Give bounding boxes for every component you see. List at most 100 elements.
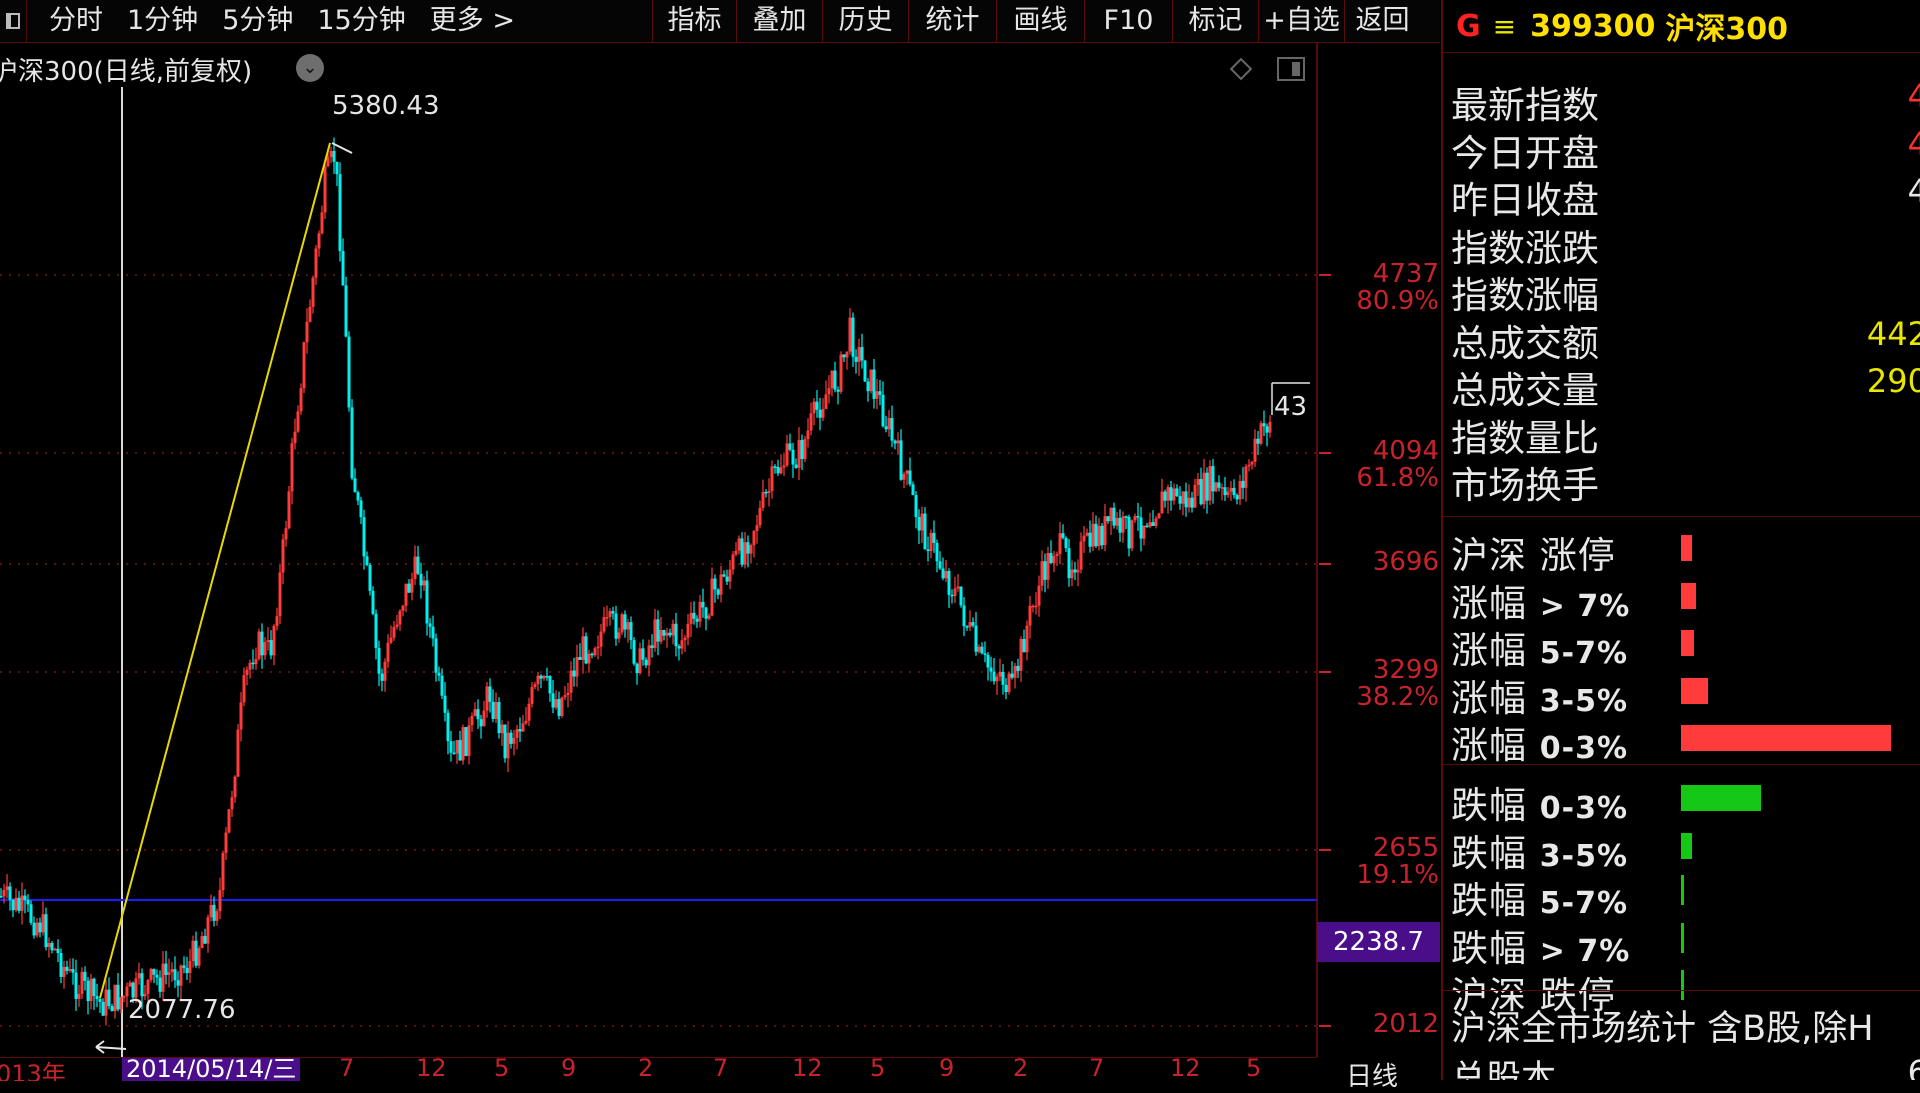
period-15min[interactable]: 15分钟 <box>305 0 417 42</box>
axis-pct-label: 38.2% <box>1356 682 1439 712</box>
candle-body <box>1142 525 1146 539</box>
candle-body <box>32 922 36 936</box>
panel-toggle-icon[interactable] <box>1277 57 1305 81</box>
candle-body <box>587 653 591 664</box>
date-tick: 2 <box>638 1057 654 1081</box>
menu-statistics[interactable]: 统计 <box>908 0 996 42</box>
candle-body <box>947 571 951 595</box>
candle-body <box>425 580 429 624</box>
date-tick: 5 <box>1246 1057 1262 1081</box>
candle-body <box>971 622 975 626</box>
candle-body <box>1091 523 1095 547</box>
period-1min[interactable]: 1分钟 <box>115 0 210 42</box>
menu-add-watchlist[interactable]: +自选 <box>1258 0 1344 42</box>
candle-body <box>1031 605 1035 608</box>
candle-body <box>1208 466 1212 501</box>
candle-body <box>566 692 570 696</box>
kline-chart[interactable] <box>0 43 1440 1057</box>
date-tick: 5 <box>870 1057 886 1081</box>
candle-body <box>338 174 342 252</box>
menu-draw-line[interactable]: 画线 <box>996 0 1084 42</box>
candle-body <box>764 491 768 494</box>
market-stats-note: 沪深全市场统计 含B股,除H <box>1451 1009 1874 1049</box>
candle-body <box>1037 585 1041 606</box>
candle-body <box>230 797 234 810</box>
g-badge[interactable]: G <box>1456 9 1481 44</box>
candle-body <box>662 630 666 636</box>
stat-row-market-turnover: 市场换手 <box>1443 451 1920 507</box>
menu-back[interactable]: 返回 <box>1344 0 1420 42</box>
candle-body <box>101 1001 105 1016</box>
candle-body <box>407 583 411 593</box>
candle-body <box>782 465 786 468</box>
menu-icon[interactable]: ≡ <box>1493 10 1516 43</box>
candle-body <box>26 899 30 905</box>
candle-body <box>1184 491 1188 508</box>
menu-mark[interactable]: 标记 <box>1172 0 1258 42</box>
menu-indicator[interactable]: 指标 <box>652 0 736 42</box>
date-tick: 2 <box>1013 1057 1029 1081</box>
candle-body <box>1163 491 1167 501</box>
menu-f10[interactable]: F10 <box>1084 0 1172 42</box>
candle-body <box>641 648 645 660</box>
date-tick: 7 <box>713 1057 729 1081</box>
candle-body <box>347 336 351 408</box>
security-name: 沪深300 <box>1665 12 1788 47</box>
candle-body <box>950 594 954 597</box>
candle-body <box>44 914 48 948</box>
period-5min[interactable]: 5分钟 <box>210 0 305 42</box>
candle-body <box>983 653 987 655</box>
axis-price-label: 4737 <box>1372 259 1439 289</box>
candle-body <box>215 911 219 921</box>
candle-body <box>1235 495 1239 500</box>
candle-body <box>353 478 357 493</box>
candle-body <box>1010 673 1014 678</box>
candle-body <box>269 640 273 656</box>
period-intraday[interactable]: 分时 <box>37 0 115 42</box>
candle-body <box>431 626 435 639</box>
candle-body <box>203 935 207 944</box>
dist-row-rise-0-3: 涨幅 0-3% <box>1443 712 1920 767</box>
candle-body <box>107 989 111 1007</box>
candle-body <box>515 729 519 738</box>
candle-body <box>68 969 72 971</box>
layout-toggle-icon[interactable] <box>0 0 27 42</box>
candle-body <box>731 554 735 570</box>
candle-body <box>1265 426 1269 433</box>
candle-body <box>5 886 9 890</box>
menu-overlay[interactable]: 叠加 <box>736 0 822 42</box>
chevron-down-icon[interactable]: ⌄ <box>296 54 324 82</box>
candle-body <box>53 948 57 951</box>
candle-body <box>1109 507 1113 522</box>
candle-body <box>1076 569 1080 573</box>
date-tick: 9 <box>561 1057 577 1081</box>
axis-pct-label: 19.1% <box>1356 860 1439 890</box>
candle-body <box>386 642 390 662</box>
period-more[interactable]: 更多 > <box>418 0 527 42</box>
candle-body <box>1145 525 1149 528</box>
candle-body <box>875 391 879 399</box>
candle-body <box>1202 472 1206 505</box>
security-header: G ≡ 399300 沪深300 <box>1443 0 1920 53</box>
kline-chart-area[interactable]: 沪深300(日线,前复权) ⌄ 5380.43 2077.76 43 4737 … <box>0 43 1440 1092</box>
candle-body <box>839 354 843 392</box>
candle-body <box>20 895 24 911</box>
candle-body <box>953 588 957 596</box>
candle-body <box>506 732 510 759</box>
candle-body <box>470 716 474 726</box>
candle-body <box>554 699 558 708</box>
candle-body <box>527 703 531 721</box>
candle-body <box>929 532 933 552</box>
current-price-tag: 2238.7 <box>1317 922 1440 962</box>
candle-body <box>830 370 834 389</box>
candle-body <box>614 613 618 639</box>
candle-body <box>218 890 222 912</box>
dist-bar <box>1681 535 1692 561</box>
candle-body <box>638 648 642 674</box>
candle-body <box>1052 555 1056 564</box>
candle-body <box>329 151 333 158</box>
candle-body <box>1130 520 1134 549</box>
axis-price-label: 4094 <box>1372 436 1439 466</box>
menu-history[interactable]: 历史 <box>822 0 908 42</box>
candle-body <box>239 702 243 730</box>
